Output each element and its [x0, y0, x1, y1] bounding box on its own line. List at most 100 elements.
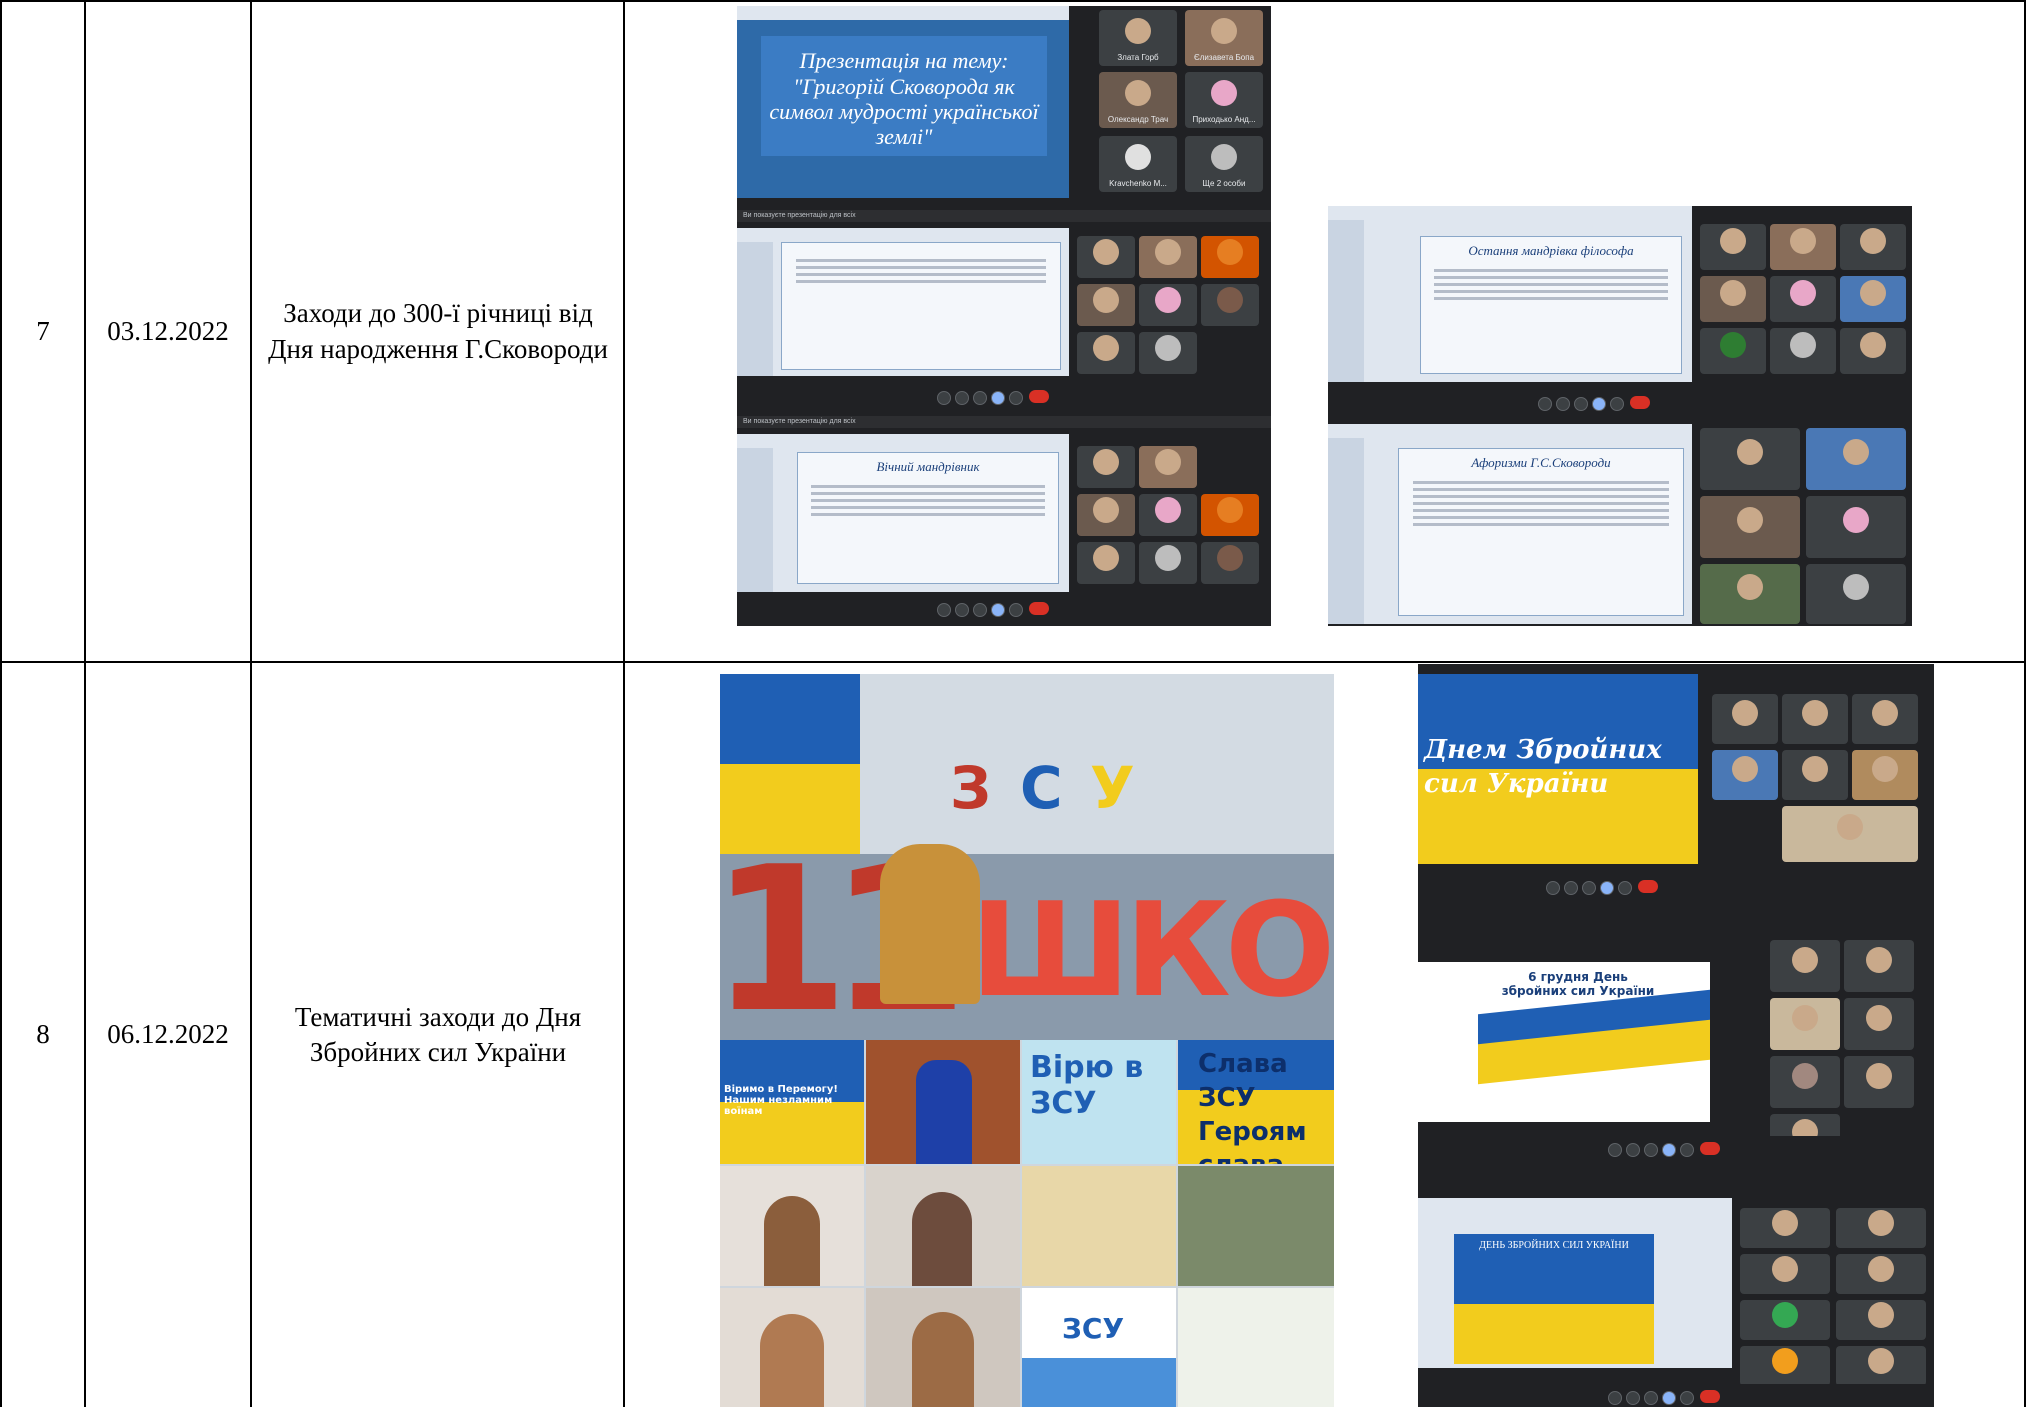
hand-icon[interactable] — [1574, 397, 1588, 411]
collage-tile — [1022, 1166, 1176, 1286]
slide-thumbnails — [737, 242, 773, 376]
participant-tile — [1770, 328, 1836, 374]
more-icon[interactable] — [1009, 391, 1023, 405]
more-icon[interactable] — [1009, 603, 1023, 617]
hand-icon[interactable] — [1644, 1391, 1658, 1405]
participant-tile — [1077, 542, 1135, 584]
camera-icon[interactable] — [1626, 1391, 1640, 1405]
mic-icon[interactable] — [1538, 397, 1552, 411]
sign-word: ШКОЛА — [970, 874, 1334, 1026]
participant-tile — [1782, 750, 1848, 800]
participant-tile — [1700, 564, 1800, 624]
title-slide: Презентація на тему: "Григорій Сковорода… — [761, 36, 1047, 156]
end-call-icon[interactable] — [1029, 390, 1049, 403]
participant-tile — [1770, 1056, 1840, 1108]
participant-tile — [1740, 1254, 1830, 1294]
share-banner: Ви показуєте презентацію для всіх — [737, 416, 1271, 428]
participant-tile — [1852, 750, 1918, 800]
presentation-window: Презентація на тему: "Григорій Сковорода… — [737, 6, 1069, 198]
slide: Остання мандрівка філософа — [1420, 236, 1682, 374]
sign-letter: У — [1090, 754, 1135, 822]
present-icon[interactable] — [1662, 1391, 1676, 1405]
tile-caption: ЗСУ — [1062, 1312, 1125, 1345]
collage-tile — [720, 1166, 864, 1286]
row-number: 8 — [36, 1019, 50, 1050]
participant-tile — [1836, 1254, 1926, 1294]
end-call-icon[interactable] — [1700, 1142, 1720, 1155]
more-icon[interactable] — [1680, 1143, 1694, 1157]
end-call-icon[interactable] — [1700, 1390, 1720, 1403]
more-icon[interactable] — [1680, 1391, 1694, 1405]
participant-tile: Приходько Анд... — [1185, 72, 1263, 128]
participant-tile — [1836, 1300, 1926, 1340]
collage-tile: ЗСУ — [1022, 1288, 1176, 1407]
collage-tile — [1178, 1166, 1334, 1286]
participant-tile — [1139, 446, 1197, 488]
school-stage-photo: З С У 11 ШКОЛА — [720, 674, 1334, 1040]
camera-icon[interactable] — [1564, 881, 1578, 895]
slide — [781, 242, 1061, 370]
hand-icon[interactable] — [973, 391, 987, 405]
more-icon[interactable] — [1610, 397, 1624, 411]
events-table: 7 03.12.2022 Заходи до 300-ї річниці від… — [0, 0, 2026, 1407]
mic-icon[interactable] — [1608, 1143, 1622, 1157]
participant-tile — [1700, 328, 1766, 374]
mic-icon[interactable] — [1546, 881, 1560, 895]
participant-tile — [1844, 940, 1914, 992]
share-banner: Ви показуєте презентацію для всіх — [737, 210, 1271, 222]
ribbon-bar — [1418, 1198, 1732, 1212]
flag-blue — [720, 674, 860, 764]
row-date: 03.12.2022 — [107, 315, 229, 346]
collage-tile: Слава ЗСУ Героям слава — [1178, 1040, 1334, 1164]
participant-tile — [1836, 1346, 1926, 1386]
participant-tile — [1770, 224, 1836, 270]
collage-tile — [720, 1288, 864, 1407]
participant-tile — [1770, 998, 1840, 1050]
camera-icon[interactable] — [955, 603, 969, 617]
mic-icon[interactable] — [937, 391, 951, 405]
present-icon[interactable] — [991, 603, 1005, 617]
end-call-icon[interactable] — [1638, 880, 1658, 893]
participant-tile — [1712, 694, 1778, 744]
call-toolbar — [1418, 1384, 1934, 1407]
participant-tile — [1740, 1208, 1830, 1248]
call-toolbar — [737, 384, 1271, 410]
present-icon[interactable] — [1592, 397, 1606, 411]
tile-caption: Віримо в Перемогу! Нашим незламним воїна… — [724, 1084, 838, 1117]
participant-tile: Олександр Трач — [1099, 72, 1177, 128]
more-icon[interactable] — [1618, 881, 1632, 895]
participant-tile — [1782, 694, 1848, 744]
mic-icon[interactable] — [937, 603, 951, 617]
video-call-screenshot: Остання мандрівка філософа Афоризми Г.С.… — [1328, 206, 1912, 626]
row-number: 7 — [36, 315, 50, 346]
collage-tile: Вірю в ЗСУ — [1022, 1040, 1176, 1164]
present-icon[interactable] — [1662, 1143, 1676, 1157]
hand-icon[interactable] — [1644, 1143, 1658, 1157]
call-toolbar — [1418, 874, 1934, 900]
camera-icon[interactable] — [1626, 1143, 1640, 1157]
hand-icon[interactable] — [1582, 881, 1596, 895]
participant-tile — [1852, 694, 1918, 744]
video-call-screenshot: Презентація на тему: "Григорій Сковорода… — [737, 6, 1271, 626]
slide-title: Афоризми Г.С.Сковороди — [1471, 455, 1611, 470]
end-call-icon[interactable] — [1029, 602, 1049, 615]
collage-tile: Віримо в Перемогу! Нашим незламним воїна… — [720, 1040, 864, 1164]
camera-icon[interactable] — [955, 391, 969, 405]
sign-letter: С — [1020, 754, 1063, 822]
end-call-icon[interactable] — [1630, 396, 1650, 409]
camera-icon[interactable] — [1556, 397, 1570, 411]
participant-tile — [1077, 284, 1135, 326]
mic-icon[interactable] — [1608, 1391, 1622, 1405]
participant-tile — [1770, 940, 1840, 992]
present-icon[interactable] — [991, 391, 1005, 405]
participant-tile — [1139, 332, 1197, 374]
presentation-window: 6 грудня День збройних сил України — [1418, 962, 1710, 1122]
present-icon[interactable] — [1600, 881, 1614, 895]
participant-tile — [1139, 542, 1197, 584]
participant-tile: Єлизавета Бопа — [1185, 10, 1263, 66]
participant-tile — [1770, 276, 1836, 322]
hand-icon[interactable] — [973, 603, 987, 617]
row-title: Заходи до 300-ї річниці від Дня народжен… — [268, 298, 608, 364]
collage-tile — [866, 1166, 1020, 1286]
participant-tile — [1840, 224, 1906, 270]
